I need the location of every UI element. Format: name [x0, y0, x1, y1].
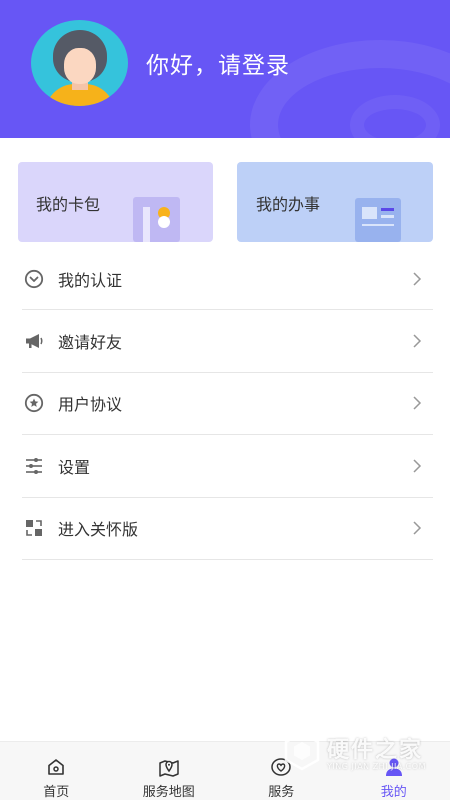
my-wallet-label: 我的卡包 — [36, 195, 101, 214]
my-wallet-card[interactable]: 我的卡包 — [18, 162, 213, 242]
tab-label: 服务地图 — [142, 785, 195, 800]
settings-menu: 我的认证 邀请好友 用户协议 设置 进入关怀版 — [22, 248, 433, 560]
menu-item-certification[interactable]: 我的认证 — [22, 248, 433, 310]
menu-item-label: 邀请好友 — [58, 332, 123, 352]
chevron-right-icon — [411, 271, 423, 287]
sliders-icon — [23, 455, 45, 477]
tab-label: 首页 — [43, 785, 70, 800]
menu-item-label: 设置 — [58, 457, 91, 477]
expand-arrows-icon — [23, 517, 45, 539]
chevron-right-icon — [411, 458, 423, 474]
my-affairs-label: 我的办事 — [256, 195, 321, 214]
home-icon — [45, 756, 67, 778]
tab-label: 服务 — [268, 785, 295, 800]
profile-header: 你好，请登录 — [0, 0, 450, 138]
tab-mine[interactable]: 我的 — [338, 742, 450, 800]
profile-icon — [383, 756, 405, 778]
my-affairs-card[interactable]: 我的办事 — [237, 162, 433, 242]
tab-services[interactable]: 服务 — [225, 742, 338, 800]
tab-home[interactable]: 首页 — [0, 742, 113, 800]
tab-service-map[interactable]: 服务地图 — [113, 742, 226, 800]
card-wallet-icon — [133, 197, 180, 242]
avatar-face — [64, 48, 96, 84]
id-card-icon — [355, 198, 401, 242]
tab-label: 我的 — [380, 785, 407, 800]
bottom-tab-bar: 首页 服务地图 服务 我的 — [0, 741, 450, 800]
map-pin-icon — [158, 756, 180, 778]
chevron-right-icon — [411, 395, 423, 411]
menu-item-user-agreement[interactable]: 用户协议 — [22, 373, 433, 435]
menu-item-label: 我的认证 — [58, 270, 123, 290]
menu-item-invite-friends[interactable]: 邀请好友 — [22, 310, 433, 373]
menu-item-care-mode[interactable]: 进入关怀版 — [22, 498, 433, 560]
chevron-right-icon — [411, 333, 423, 349]
star-badge-icon — [23, 392, 45, 414]
verified-shield-icon — [23, 268, 45, 290]
login-prompt[interactable]: 你好，请登录 — [146, 46, 290, 80]
chevron-right-icon — [411, 520, 423, 536]
menu-item-label: 用户协议 — [58, 395, 123, 415]
heart-service-icon — [270, 756, 292, 778]
megaphone-icon — [23, 330, 45, 352]
menu-item-label: 进入关怀版 — [58, 520, 139, 540]
avatar[interactable] — [31, 20, 128, 106]
menu-item-settings[interactable]: 设置 — [22, 435, 433, 498]
